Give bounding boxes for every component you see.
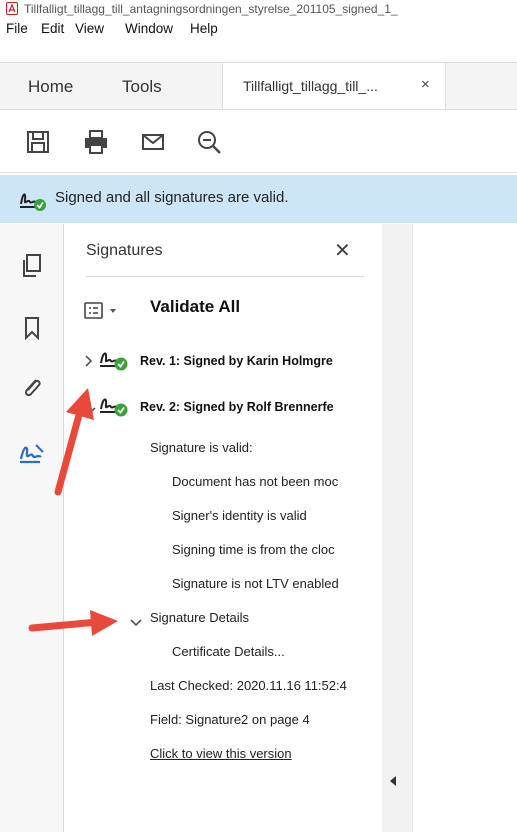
collapse-arrow-icon[interactable] [390, 776, 396, 786]
view-version-link[interactable]: Click to view this version [150, 746, 374, 761]
toolbar [0, 112, 517, 173]
menu-bar: File Edit View Window Help [0, 18, 517, 40]
signature-revision-1[interactable]: Rev. 1: Signed by Karin Holmgre [140, 354, 380, 368]
signing-time-label: Signing time is from the cloc [172, 542, 335, 557]
title-bar: Tillfalligt_tillagg_till_antagningsordni… [0, 0, 517, 18]
panel-close-button[interactable]: ✕ [334, 238, 351, 263]
signature-panel-icon[interactable] [18, 439, 46, 467]
last-checked-label: Last Checked: 2020.11.16 11:52:4 [150, 678, 347, 693]
tab-document[interactable]: Tillfalligt_tillagg_till_... × [222, 63, 446, 109]
validate-all-button[interactable]: Validate All [150, 297, 240, 317]
menu-help[interactable]: Help [190, 21, 218, 36]
signatures-panel: Signatures ✕ Validate All Rev. 1: Signed… [64, 224, 383, 832]
menu-edit[interactable]: Edit [41, 21, 64, 36]
signature-valid-icon [98, 346, 130, 377]
email-icon[interactable] [139, 128, 167, 156]
navigation-rail [0, 224, 64, 832]
annotation-arrow-icon [28, 606, 122, 645]
tab-bar: Home Tools Tillfalligt_tillagg_till_... … [0, 62, 517, 110]
attachment-icon[interactable] [18, 374, 46, 402]
document-not-modified-label: Document has not been moc [172, 474, 339, 489]
signature-details-toggle[interactable]: Signature Details [150, 610, 382, 625]
panel-title: Signatures [86, 242, 163, 259]
field-label: Field: Signature2 on page 4 [150, 712, 310, 727]
tab-tools[interactable]: Tools [122, 77, 162, 97]
panel-collapse-strip[interactable] [382, 224, 413, 832]
signature-revision-2[interactable]: Rev. 2: Signed by Rolf Brennerfe [140, 400, 380, 414]
menu-window[interactable]: Window [125, 21, 173, 36]
print-icon[interactable] [82, 128, 110, 156]
signature-valid-icon [98, 392, 130, 423]
ltv-status-label: Signature is not LTV enabled [172, 576, 339, 591]
save-icon[interactable] [24, 128, 52, 156]
pdf-app-icon [6, 2, 18, 15]
signature-status-banner: Signed and all signatures are valid. [0, 175, 517, 223]
menu-file[interactable]: File [6, 21, 28, 36]
chevron-down-icon[interactable] [129, 615, 143, 633]
bookmark-icon[interactable] [18, 314, 46, 342]
search-icon[interactable] [195, 128, 223, 156]
tab-close-button[interactable]: × [421, 76, 430, 93]
tab-home[interactable]: Home [28, 77, 73, 97]
signature-valid-label: Signature is valid: [150, 440, 253, 455]
signature-valid-icon [18, 188, 48, 217]
banner-text: Signed and all signatures are valid. [55, 189, 289, 206]
certificate-details-link[interactable]: Certificate Details... [172, 644, 374, 659]
options-menu-icon[interactable] [84, 300, 122, 327]
signer-identity-label: Signer's identity is valid [172, 508, 307, 523]
document-view[interactable] [413, 224, 517, 832]
menu-view[interactable]: View [75, 21, 104, 36]
window-title: Tillfalligt_tillagg_till_antagningsordni… [24, 2, 398, 16]
tab-document-label: Tillfalligt_tillagg_till_... [243, 78, 378, 94]
annotation-arrow-icon [48, 380, 100, 503]
page-thumbnails-icon[interactable] [18, 252, 46, 280]
panel-divider [86, 276, 364, 277]
chevron-right-icon[interactable] [84, 354, 94, 373]
